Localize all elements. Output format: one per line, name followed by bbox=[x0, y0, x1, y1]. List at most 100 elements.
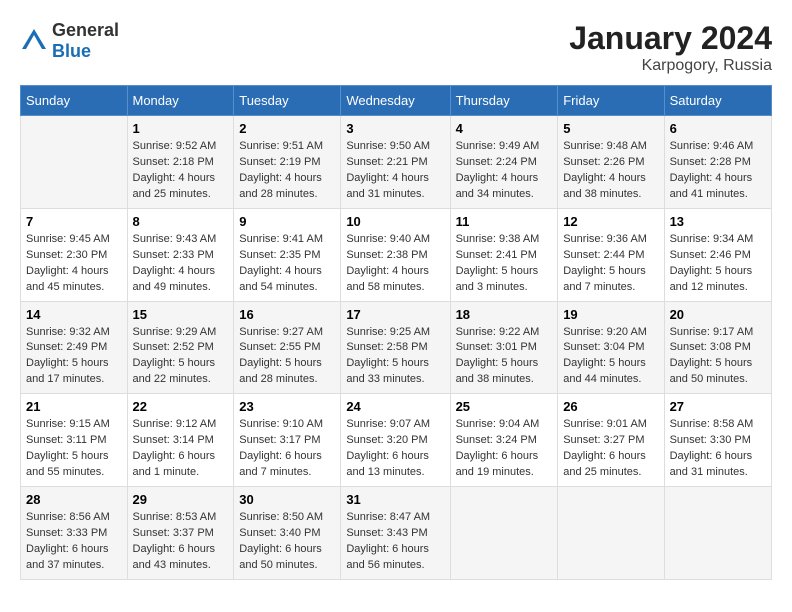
calendar-cell: 22 Sunrise: 9:12 AM Sunset: 3:14 PM Dayli… bbox=[127, 394, 234, 487]
day-number: 12 bbox=[563, 214, 658, 229]
day-number: 27 bbox=[670, 399, 766, 414]
day-info: Sunrise: 9:41 AM Sunset: 2:35 PM Dayligh… bbox=[239, 232, 335, 296]
calendar-cell: 7 Sunrise: 9:45 AM Sunset: 2:30 PM Daylig… bbox=[21, 208, 128, 301]
calendar-cell: 2 Sunrise: 9:51 AM Sunset: 2:19 PM Daylig… bbox=[234, 116, 341, 209]
day-number: 29 bbox=[133, 492, 229, 507]
day-number: 18 bbox=[456, 307, 553, 322]
day-number: 25 bbox=[456, 399, 553, 414]
weekday-header-row: SundayMondayTuesdayWednesdayThursdayFrid… bbox=[21, 86, 772, 116]
day-info: Sunrise: 9:32 AM Sunset: 2:49 PM Dayligh… bbox=[26, 325, 122, 389]
weekday-header-saturday: Saturday bbox=[664, 86, 771, 116]
calendar-cell: 31Sunrise: 8:47 AM Sunset: 3:43 PM Dayli… bbox=[341, 487, 450, 580]
day-info: Sunrise: 9:48 AM Sunset: 2:26 PM Dayligh… bbox=[563, 139, 658, 203]
day-number: 11 bbox=[456, 214, 553, 229]
day-number: 21 bbox=[26, 399, 122, 414]
calendar-cell: 20Sunrise: 9:17 AM Sunset: 3:08 PM Dayli… bbox=[664, 301, 771, 394]
weekday-header-thursday: Thursday bbox=[450, 86, 558, 116]
logo: General Blue bbox=[20, 20, 119, 62]
day-number: 16 bbox=[239, 307, 335, 322]
day-number: 20 bbox=[670, 307, 766, 322]
day-number: 13 bbox=[670, 214, 766, 229]
calendar-cell: 13 Sunrise: 9:34 AM Sunset: 2:46 PM Dayli… bbox=[664, 208, 771, 301]
day-info: Sunrise: 9:29 AM Sunset: 2:52 PM Dayligh… bbox=[133, 325, 229, 389]
calendar-cell: 27Sunrise: 8:58 AM Sunset: 3:30 PM Dayli… bbox=[664, 394, 771, 487]
day-info: Sunrise: 8:56 AM Sunset: 3:33 PM Dayligh… bbox=[26, 510, 122, 574]
day-info: Sunrise: 9:15 AM Sunset: 3:11 PM Dayligh… bbox=[26, 417, 122, 481]
day-number: 1 bbox=[133, 121, 229, 136]
calendar-cell: 16 Sunrise: 9:27 AM Sunset: 2:55 PM Dayli… bbox=[234, 301, 341, 394]
calendar-cell: 12 Sunrise: 9:36 AM Sunset: 2:44 PM Dayli… bbox=[558, 208, 664, 301]
calendar-cell: 18 Sunrise: 9:22 AM Sunset: 3:01 PM Dayli… bbox=[450, 301, 558, 394]
day-number: 22 bbox=[133, 399, 229, 414]
calendar-week-row: 1Sunrise: 9:52 AM Sunset: 2:18 PM Daylig… bbox=[21, 116, 772, 209]
day-number: 14 bbox=[26, 307, 122, 322]
day-number: 8 bbox=[133, 214, 229, 229]
logo-icon bbox=[20, 27, 48, 55]
day-info: Sunrise: 9:34 AM Sunset: 2:46 PM Dayligh… bbox=[670, 232, 766, 296]
calendar-cell bbox=[450, 487, 558, 580]
calendar-cell: 3 Sunrise: 9:50 AM Sunset: 2:21 PM Daylig… bbox=[341, 116, 450, 209]
day-number: 10 bbox=[346, 214, 444, 229]
calendar-cell: 8Sunrise: 9:43 AM Sunset: 2:33 PM Daylig… bbox=[127, 208, 234, 301]
logo-general: General bbox=[52, 20, 119, 40]
calendar-cell: 1Sunrise: 9:52 AM Sunset: 2:18 PM Daylig… bbox=[127, 116, 234, 209]
calendar-cell: 19Sunrise: 9:20 AM Sunset: 3:04 PM Dayli… bbox=[558, 301, 664, 394]
day-info: Sunrise: 8:50 AM Sunset: 3:40 PM Dayligh… bbox=[239, 510, 335, 574]
day-number: 7 bbox=[26, 214, 122, 229]
day-info: Sunrise: 9:27 AM Sunset: 2:55 PM Dayligh… bbox=[239, 325, 335, 389]
calendar-body: 1Sunrise: 9:52 AM Sunset: 2:18 PM Daylig… bbox=[21, 116, 772, 580]
day-number: 26 bbox=[563, 399, 658, 414]
weekday-header-wednesday: Wednesday bbox=[341, 86, 450, 116]
calendar-cell: 21 Sunrise: 9:15 AM Sunset: 3:11 PM Dayli… bbox=[21, 394, 128, 487]
day-info: Sunrise: 9:45 AM Sunset: 2:30 PM Dayligh… bbox=[26, 232, 122, 296]
calendar-cell: 17Sunrise: 9:25 AM Sunset: 2:58 PM Dayli… bbox=[341, 301, 450, 394]
day-info: Sunrise: 8:47 AM Sunset: 3:43 PM Dayligh… bbox=[346, 510, 444, 574]
calendar-header: SundayMondayTuesdayWednesdayThursdayFrid… bbox=[21, 86, 772, 116]
day-number: 5 bbox=[563, 121, 658, 136]
day-info: Sunrise: 9:04 AM Sunset: 3:24 PM Dayligh… bbox=[456, 417, 553, 481]
day-info: Sunrise: 8:53 AM Sunset: 3:37 PM Dayligh… bbox=[133, 510, 229, 574]
logo-text: General Blue bbox=[52, 20, 119, 62]
calendar-cell: 5 Sunrise: 9:48 AM Sunset: 2:26 PM Daylig… bbox=[558, 116, 664, 209]
day-number: 9 bbox=[239, 214, 335, 229]
day-number: 17 bbox=[346, 307, 444, 322]
day-info: Sunrise: 9:40 AM Sunset: 2:38 PM Dayligh… bbox=[346, 232, 444, 296]
day-number: 24 bbox=[346, 399, 444, 414]
day-info: Sunrise: 9:49 AM Sunset: 2:24 PM Dayligh… bbox=[456, 139, 553, 203]
day-info: Sunrise: 9:22 AM Sunset: 3:01 PM Dayligh… bbox=[456, 325, 553, 389]
calendar-cell: 10 Sunrise: 9:40 AM Sunset: 2:38 PM Dayli… bbox=[341, 208, 450, 301]
weekday-header-friday: Friday bbox=[558, 86, 664, 116]
calendar-cell: 23 Sunrise: 9:10 AM Sunset: 3:17 PM Dayli… bbox=[234, 394, 341, 487]
calendar-week-row: 7 Sunrise: 9:45 AM Sunset: 2:30 PM Daylig… bbox=[21, 208, 772, 301]
calendar-cell bbox=[664, 487, 771, 580]
day-number: 6 bbox=[670, 121, 766, 136]
calendar-cell: 9 Sunrise: 9:41 AM Sunset: 2:35 PM Daylig… bbox=[234, 208, 341, 301]
title-block: January 2024 Karpogory, Russia bbox=[569, 20, 772, 75]
day-info: Sunrise: 9:50 AM Sunset: 2:21 PM Dayligh… bbox=[346, 139, 444, 203]
main-title: January 2024 bbox=[569, 20, 772, 57]
calendar-cell: 25 Sunrise: 9:04 AM Sunset: 3:24 PM Dayli… bbox=[450, 394, 558, 487]
weekday-header-tuesday: Tuesday bbox=[234, 86, 341, 116]
calendar-cell: 28Sunrise: 8:56 AM Sunset: 3:33 PM Dayli… bbox=[21, 487, 128, 580]
calendar-cell: 15 Sunrise: 9:29 AM Sunset: 2:52 PM Dayli… bbox=[127, 301, 234, 394]
calendar-cell: 11Sunrise: 9:38 AM Sunset: 2:41 PM Dayli… bbox=[450, 208, 558, 301]
calendar-cell: 30 Sunrise: 8:50 AM Sunset: 3:40 PM Dayli… bbox=[234, 487, 341, 580]
day-number: 2 bbox=[239, 121, 335, 136]
calendar-cell: 4 Sunrise: 9:49 AM Sunset: 2:24 PM Daylig… bbox=[450, 116, 558, 209]
day-info: Sunrise: 9:36 AM Sunset: 2:44 PM Dayligh… bbox=[563, 232, 658, 296]
calendar-cell: 26Sunrise: 9:01 AM Sunset: 3:27 PM Dayli… bbox=[558, 394, 664, 487]
calendar-week-row: 21 Sunrise: 9:15 AM Sunset: 3:11 PM Dayli… bbox=[21, 394, 772, 487]
day-info: Sunrise: 9:12 AM Sunset: 3:14 PM Dayligh… bbox=[133, 417, 229, 481]
day-info: Sunrise: 9:46 AM Sunset: 2:28 PM Dayligh… bbox=[670, 139, 766, 203]
day-number: 4 bbox=[456, 121, 553, 136]
calendar-cell bbox=[558, 487, 664, 580]
day-info: Sunrise: 9:10 AM Sunset: 3:17 PM Dayligh… bbox=[239, 417, 335, 481]
day-info: Sunrise: 9:20 AM Sunset: 3:04 PM Dayligh… bbox=[563, 325, 658, 389]
calendar-week-row: 14 Sunrise: 9:32 AM Sunset: 2:49 PM Dayli… bbox=[21, 301, 772, 394]
calendar-cell: 14 Sunrise: 9:32 AM Sunset: 2:49 PM Dayli… bbox=[21, 301, 128, 394]
day-info: Sunrise: 9:51 AM Sunset: 2:19 PM Dayligh… bbox=[239, 139, 335, 203]
day-number: 3 bbox=[346, 121, 444, 136]
day-number: 30 bbox=[239, 492, 335, 507]
day-number: 23 bbox=[239, 399, 335, 414]
day-number: 15 bbox=[133, 307, 229, 322]
